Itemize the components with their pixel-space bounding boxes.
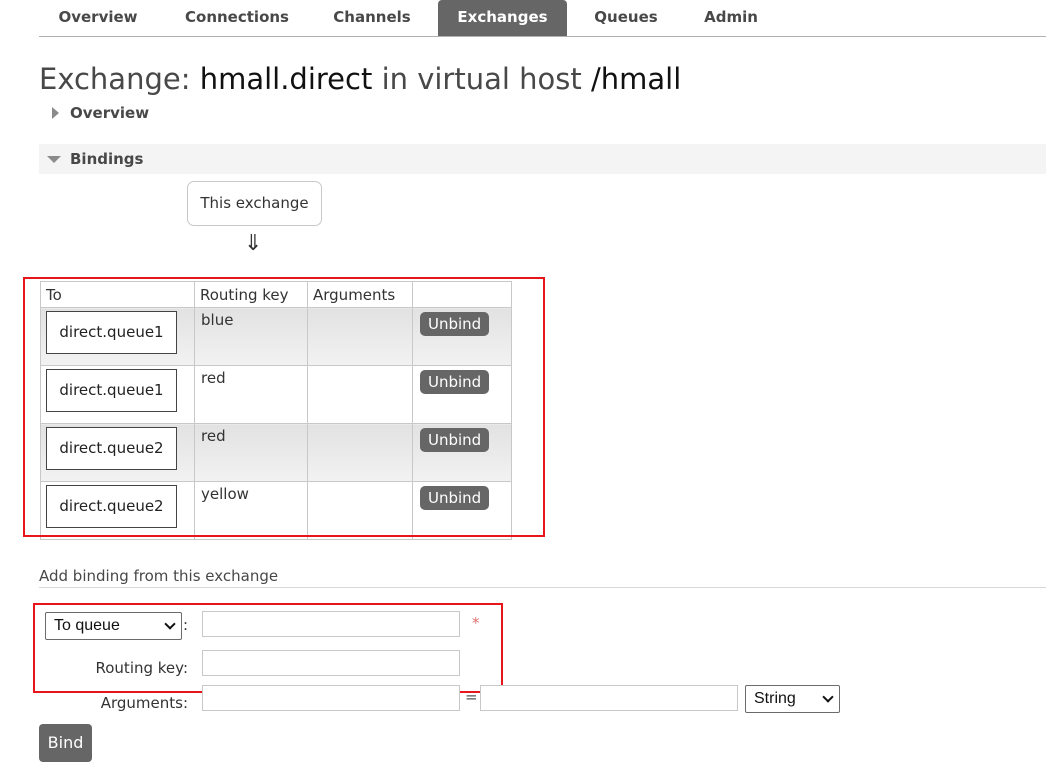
arguments-cell [307,481,413,540]
routing-key-cell: blue [194,307,308,366]
routing-key-input[interactable] [202,650,460,676]
arguments-cell [307,365,413,424]
down-arrow-icon: ⇓ [244,231,263,256]
tab-exchanges[interactable]: Exchanges [438,0,567,36]
argument-type-select[interactable]: String [745,685,840,713]
table-header-row: To Routing key Arguments [40,281,512,308]
vhost-name: /hmall [590,62,682,96]
top-nav: Overview Connections Channels Exchanges … [39,0,1046,37]
to-cell: direct.queue1 [40,365,195,424]
to-cell: direct.queue2 [40,481,195,540]
table-row: direct.queue2 yellow Unbind [40,481,512,540]
table-row: direct.queue2 red Unbind [40,423,512,482]
destination-input[interactable] [202,611,460,637]
tab-channels[interactable]: Channels [318,0,426,36]
action-cell: Unbind [412,365,512,424]
header-routing-key: Routing key [194,281,308,308]
table-row: direct.queue1 blue Unbind [40,307,512,366]
unbind-button[interactable]: Unbind [420,428,490,452]
exchange-name: hmall.direct [199,62,373,96]
routing-key-label: Routing key: [95,659,189,677]
routing-key-cell: red [194,423,308,482]
unbind-button[interactable]: Unbind [420,370,490,394]
routing-key-cell: red [194,365,308,424]
tab-connections[interactable]: Connections [172,0,302,36]
title-prefix: Exchange: [39,62,191,96]
overview-section-label: Overview [70,104,150,122]
routing-key-cell: yellow [194,481,308,540]
overview-section-toggle[interactable]: Overview [39,98,1046,128]
bindings-table: To Routing key Arguments direct.queue1 b… [40,281,512,540]
to-cell: direct.queue1 [40,307,195,366]
bindings-section-toggle[interactable]: Bindings [39,144,1046,174]
arguments-label: Arguments: [100,694,188,712]
to-cell: direct.queue2 [40,423,195,482]
tab-queues[interactable]: Queues [584,0,668,36]
header-actions [412,281,512,308]
queue-link[interactable]: direct.queue2 [46,485,177,528]
queue-link[interactable]: direct.queue1 [46,369,177,412]
argument-value-input[interactable] [480,685,738,711]
action-cell: Unbind [412,481,512,540]
page-title: Exchange: hmall.direct in virtual host /… [39,62,681,96]
header-arguments: Arguments [307,281,413,308]
arguments-cell [307,423,413,482]
tab-admin[interactable]: Admin [689,0,773,36]
action-cell: Unbind [412,307,512,366]
argument-type-value: String [754,690,796,707]
unbind-button[interactable]: Unbind [420,486,490,510]
title-middle: in virtual host [381,62,582,96]
equals-sign: = [465,688,478,706]
action-cell: Unbind [412,423,512,482]
argument-key-input[interactable] [202,685,460,711]
destination-colon: : [183,616,189,634]
chevron-down-icon [822,691,834,703]
queue-link[interactable]: direct.queue1 [46,311,177,354]
destination-type-select[interactable]: To queue [45,612,182,640]
queue-link[interactable]: direct.queue2 [46,427,177,470]
chevron-down-icon [164,618,176,630]
unbind-button[interactable]: Unbind [420,312,490,336]
header-to: To [40,281,195,308]
collapse-icon [47,156,61,163]
table-row: direct.queue1 red Unbind [40,365,512,424]
add-binding-heading: Add binding from this exchange [39,567,1046,588]
bind-button[interactable]: Bind [39,724,92,762]
required-indicator: * [472,614,480,632]
expand-icon [52,107,59,119]
tab-overview[interactable]: Overview [39,0,157,36]
bindings-section-label: Bindings [70,150,144,168]
destination-type-value: To queue [54,617,120,634]
arguments-cell [307,307,413,366]
source-exchange-box: This exchange [187,181,322,226]
